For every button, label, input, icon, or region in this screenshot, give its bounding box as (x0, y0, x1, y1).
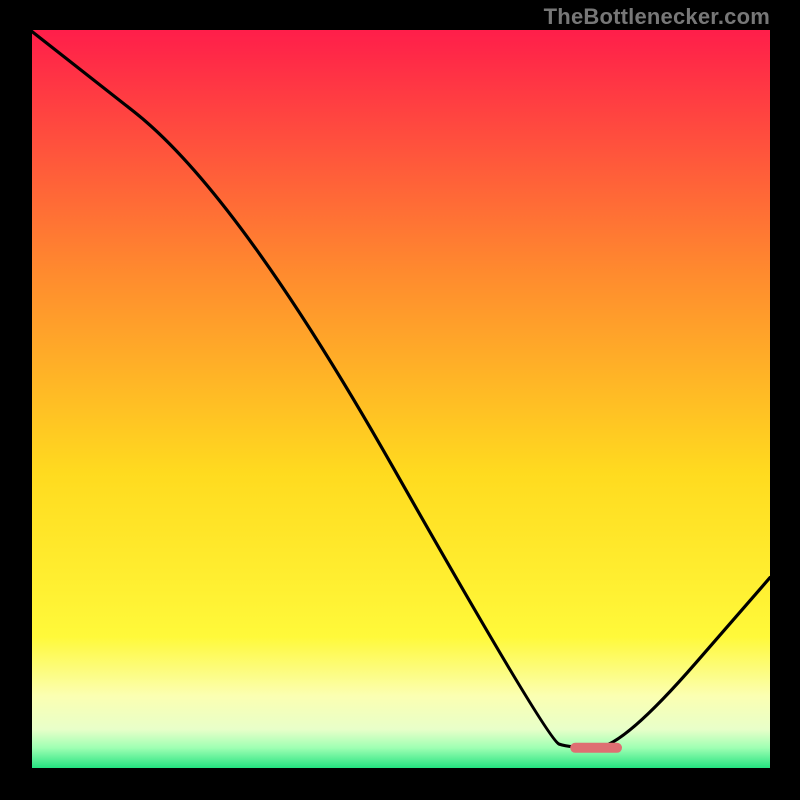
chart-svg (30, 30, 770, 770)
plot-area (30, 30, 770, 770)
watermark-text: TheBottlenecker.com (544, 4, 770, 30)
optimum-marker (570, 743, 622, 753)
chart-stage: TheBottlenecker.com (0, 0, 800, 800)
gradient-background (30, 30, 770, 770)
